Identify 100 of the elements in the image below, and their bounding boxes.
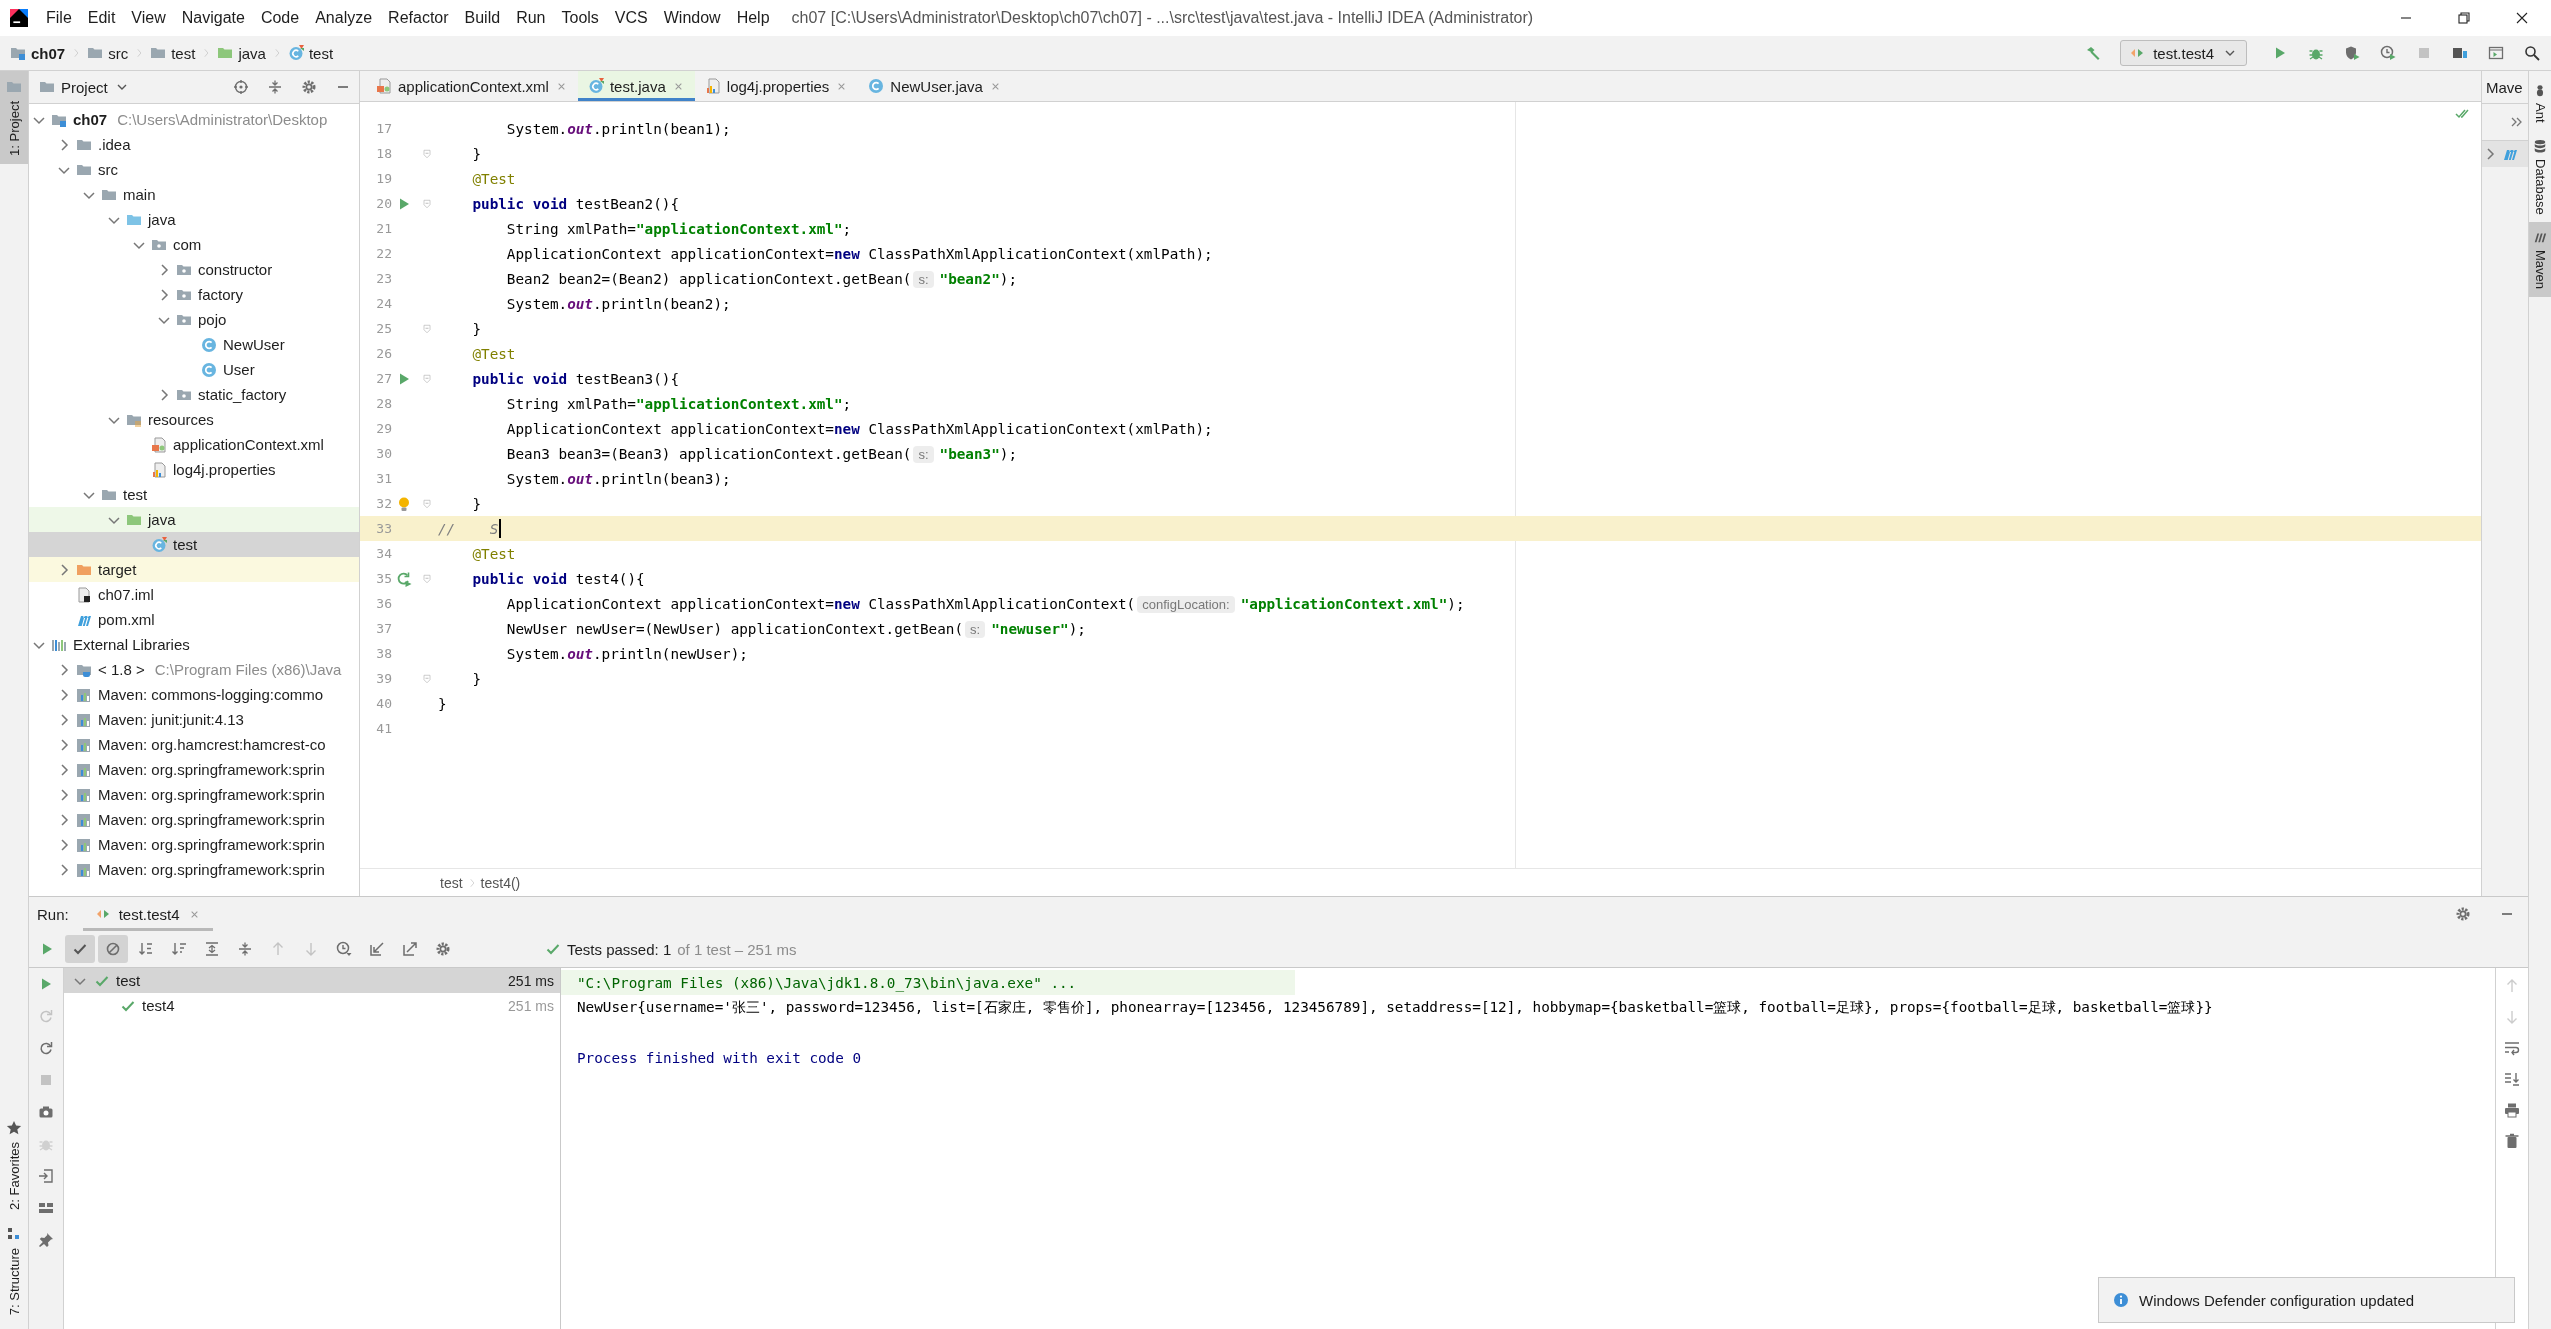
window-title: ch07 [C:\Users\Administrator\Desktop\ch07\ch07] - ...\src\test\java\test.java - IntelliJ IDEA (Administrator): [791, 9, 1534, 27]
code-line: public void testBean2(){: [471, 195, 680, 212]
tree-item[interactable]: NewUser: [29, 332, 359, 357]
tool-window-button[interactable]: 1: Project: [0, 71, 28, 164]
tree-item[interactable]: java: [29, 507, 359, 532]
test-item[interactable]: test 251 ms: [64, 968, 560, 993]
tree-item[interactable]: User: [29, 357, 359, 382]
tree-item[interactable]: src: [29, 157, 359, 182]
editor-tab[interactable]: applicationContext.xml: [366, 71, 578, 101]
editor-tab[interactable]: log4j.properties: [694, 71, 859, 101]
run-configuration-dropdown[interactable]: test.test4: [2120, 40, 2247, 66]
menu-item[interactable]: Run: [508, 9, 554, 27]
line-number: 40: [375, 696, 392, 711]
menu-item[interactable]: Refactor: [380, 9, 457, 27]
tool-window-button[interactable]: Ant: [2529, 75, 2551, 131]
tree-item[interactable]: static_factory: [29, 382, 359, 407]
arrow-down-icon: [303, 941, 319, 957]
tree-item[interactable]: Maven: org.springframework:sprin: [29, 857, 359, 882]
menu-item[interactable]: VCS: [606, 9, 656, 27]
tree-item[interactable]: pojo: [29, 307, 359, 332]
tree-item[interactable]: Maven: org.hamcrest:hamcrest-co: [29, 732, 359, 757]
menu-item[interactable]: Edit: [79, 9, 124, 27]
tree-item[interactable]: Maven: org.springframework:sprin: [29, 757, 359, 782]
rerun-icon[interactable]: [396, 570, 412, 587]
menu-item[interactable]: Tools: [553, 9, 607, 27]
editor-tab[interactable]: test.java: [577, 71, 695, 101]
breadcrumb-item[interactable]: java: [217, 44, 266, 62]
tree-item[interactable]: factory: [29, 282, 359, 307]
code-line: System.out.println(bean3);: [505, 470, 731, 487]
show-ignored-toggle[interactable]: [98, 935, 128, 963]
tree-item[interactable]: Maven: commons-logging:commo: [29, 682, 359, 707]
console-line: Process finished with exit code 0: [576, 1048, 863, 1068]
bulb-icon[interactable]: [396, 495, 412, 512]
breadcrumb-item[interactable]: test: [440, 874, 463, 891]
tree-item[interactable]: resources: [29, 407, 359, 432]
menu-item[interactable]: Analyze: [307, 9, 381, 27]
tree-item[interactable]: test: [29, 482, 359, 507]
tree-item[interactable]: Maven: junit:junit:4.13: [29, 707, 359, 732]
breadcrumb-item[interactable]: test4(): [480, 874, 521, 891]
menu-item[interactable]: Help: [728, 9, 778, 27]
document-icon: [704, 78, 721, 94]
code-line: public void testBean3(){: [471, 370, 680, 387]
notification[interactable]: Windows Defender configuration updated: [2098, 1277, 2515, 1323]
tree-item[interactable]: ch07 C:\Users\Administrator\Desktop: [29, 107, 359, 132]
tree-item[interactable]: target: [29, 557, 359, 582]
tree-item[interactable]: java: [29, 207, 359, 232]
tool-window-button[interactable]: 7: Structure: [0, 1217, 28, 1323]
tool-window-button[interactable]: 2: Favorites: [0, 1111, 28, 1218]
tree-item[interactable]: Maven: org.springframework:sprin: [29, 832, 359, 857]
menu-item[interactable]: Build: [456, 9, 509, 27]
breadcrumb-item[interactable]: test: [287, 44, 334, 62]
expand-icon: [204, 941, 220, 957]
tool-window-button[interactable]: Maven: [2529, 222, 2551, 298]
class-icon: [151, 536, 167, 553]
tree-item[interactable]: ch07.iml: [29, 582, 359, 607]
breadcrumb-item[interactable]: test: [150, 44, 196, 62]
menu-item[interactable]: File: [38, 9, 80, 27]
settings-icon: [435, 941, 451, 957]
tree-item[interactable]: < 1.8 > C:\Program Files (x86)\Java: [29, 657, 359, 682]
tool-window-button[interactable]: Database: [2529, 130, 2551, 223]
tree-item[interactable]: .idea: [29, 132, 359, 157]
target-icon: [233, 79, 249, 95]
tree-item[interactable]: applicationContext.xml: [29, 432, 359, 457]
class-icon: [201, 361, 217, 378]
breadcrumb-item[interactable]: src: [87, 44, 129, 62]
line-number: 37: [375, 621, 392, 636]
code-line: }: [471, 145, 482, 162]
test-summary: Tests passed: 1: [567, 940, 672, 958]
class-icon: [287, 45, 304, 61]
tree-item[interactable]: Maven: org.springframework:sprin: [29, 782, 359, 807]
tree-item[interactable]: test: [29, 532, 359, 557]
tree-item[interactable]: main: [29, 182, 359, 207]
run-tab[interactable]: test.test4: [82, 897, 213, 931]
restore-icon: [2456, 10, 2472, 26]
menu-item[interactable]: View: [123, 9, 174, 27]
tree-item[interactable]: External Libraries: [29, 632, 359, 657]
tree-item[interactable]: log4j.properties: [29, 457, 359, 482]
tree-item[interactable]: com: [29, 232, 359, 257]
breadcrumb-item[interactable]: ch07: [10, 44, 66, 62]
tree-item[interactable]: pom.xml: [29, 607, 359, 632]
settings-icon: [2455, 906, 2471, 922]
menu-item[interactable]: Navigate: [173, 9, 253, 27]
code-line: System.out.println(newUser);: [505, 645, 748, 662]
menu-item[interactable]: Window: [655, 9, 729, 27]
library-icon: [76, 711, 92, 728]
view-dropdown[interactable]: Project: [61, 78, 130, 96]
tree-item[interactable]: Maven: org.springframework:sprin: [29, 807, 359, 832]
document-icon: [376, 78, 392, 94]
tree-item[interactable]: constructor: [29, 257, 359, 282]
show-passed-toggle[interactable]: [65, 935, 95, 963]
test-detail: of 1 test – 251 ms: [677, 940, 797, 958]
code-line: NewUser newUser=(NewUser) applicationContext.getBean( s: "newuser");: [505, 620, 1086, 637]
line-number: 35: [375, 571, 392, 586]
editor-tab[interactable]: NewUser.java: [858, 71, 1012, 101]
test-item[interactable]: test4 251 ms: [64, 993, 560, 1018]
library-icon: [76, 761, 92, 778]
collapse-icon: [237, 941, 253, 957]
line-number: 19: [375, 171, 392, 186]
code-line: }: [471, 670, 482, 687]
menu-item[interactable]: Code: [252, 9, 308, 27]
